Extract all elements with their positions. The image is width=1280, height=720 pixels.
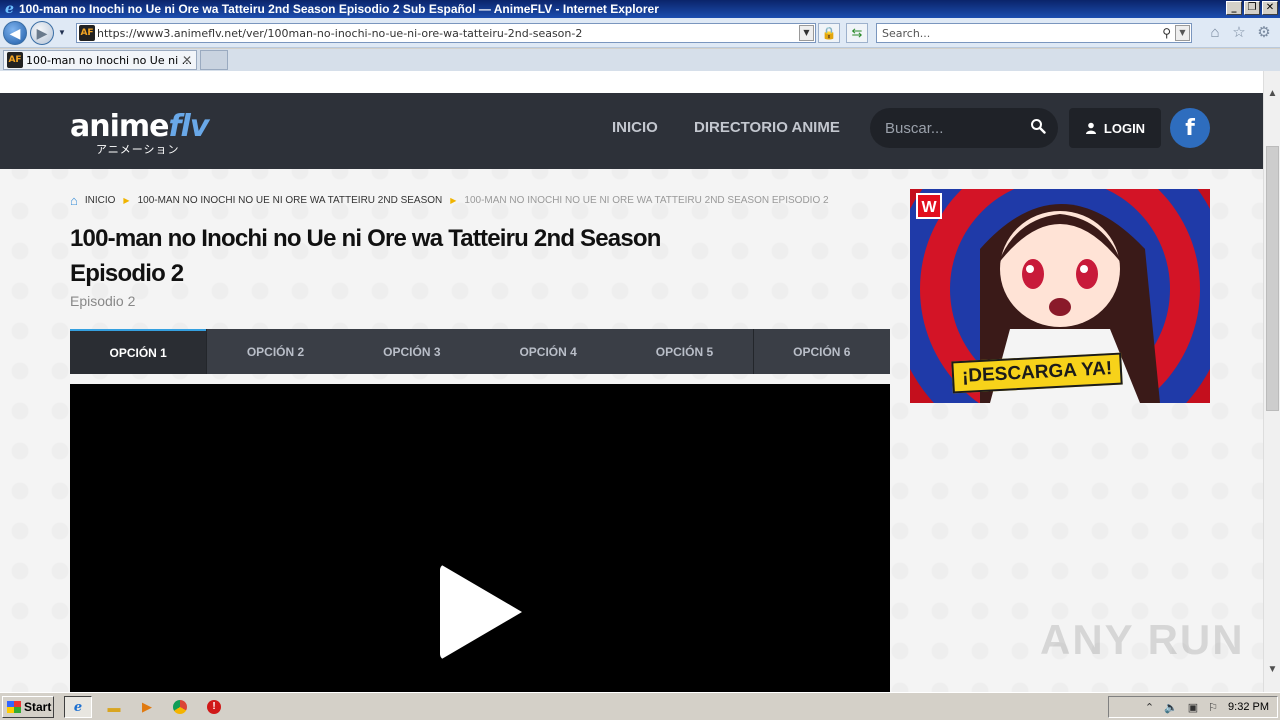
play-icon[interactable] — [440, 564, 522, 660]
scroll-up-icon[interactable]: ▲ — [1264, 85, 1280, 102]
arrow-left-icon: ◀ — [9, 24, 21, 41]
site-logo-subtitle: アニメーション — [96, 143, 180, 156]
address-bar[interactable]: AF https://www3.animeflv.net/ver/100man-… — [76, 23, 816, 43]
start-button[interactable]: Start — [2, 696, 54, 718]
tab-option-4[interactable]: OPCIÓN 4 — [480, 329, 616, 374]
breadcrumb-home[interactable]: INICIO — [85, 195, 116, 206]
home-icon[interactable]: ⌂ — [1206, 24, 1224, 42]
taskbar: Start e ▬ ▶ ! ⌃ 🔈 ▣ ⚐ 9:32 PM — [0, 692, 1280, 720]
home-icon[interactable]: ⌂ — [70, 193, 78, 208]
favorites-star-icon[interactable]: ☆ — [1230, 24, 1248, 42]
address-url[interactable]: https://www3.animeflv.net/ver/100man-no-… — [97, 27, 582, 40]
window-title: 100-man no Inochi no Ue ni Ore wa Tattei… — [19, 2, 659, 16]
taskbar-ie-icon[interactable]: e — [64, 696, 92, 718]
browser-search-placeholder: Search... — [882, 26, 931, 40]
facebook-button[interactable]: f — [1170, 108, 1210, 148]
breadcrumb-separator-icon: ▶ — [123, 196, 130, 205]
ie-logo-icon: e — [5, 0, 14, 17]
login-button[interactable]: LOGIN — [1069, 108, 1161, 148]
restore-button[interactable]: ❐ — [1244, 1, 1260, 15]
watermark: ANY RUN — [1040, 616, 1245, 663]
tab-option-5[interactable]: OPCIÓN 5 — [616, 329, 752, 374]
scrollbar-thumb[interactable] — [1266, 146, 1279, 411]
windows-logo-icon — [7, 701, 21, 713]
site-search-placeholder: Buscar... — [885, 119, 944, 137]
scroll-down-icon[interactable]: ▼ — [1264, 661, 1280, 678]
site-favicon-icon: AF — [79, 25, 95, 41]
ad-banner[interactable]: W ¡DESCARGA YA! — [910, 189, 1210, 403]
site-header: animeflv アニメーション INICIO DIRECTORIO ANIME… — [0, 93, 1263, 169]
taskbar-stop-icon[interactable]: ! — [200, 696, 228, 718]
tab-option-6[interactable]: OPCIÓN 6 — [752, 329, 890, 374]
window-titlebar: e 100-man no Inochi no Ue ni Ore wa Tatt… — [0, 0, 1280, 18]
facebook-icon: f — [1185, 115, 1195, 141]
search-dropdown-icon[interactable]: ▼ — [1175, 25, 1190, 41]
back-button[interactable]: ◀ — [3, 21, 27, 45]
breadcrumb-separator-icon: ▶ — [450, 196, 457, 205]
user-icon — [1085, 122, 1096, 134]
nav-inicio[interactable]: INICIO — [612, 119, 658, 136]
tray-expand-icon[interactable]: ⌃ — [1145, 701, 1154, 714]
clock: 9:32 PM — [1228, 701, 1269, 713]
page-title: 100-man no Inochi no Ue ni Ore wa Tattei… — [70, 225, 661, 287]
taskbar-media-player-icon[interactable]: ▶ — [133, 696, 161, 718]
close-button[interactable]: ✕ — [1262, 1, 1278, 15]
address-dropdown-icon[interactable]: ▼ — [799, 25, 814, 41]
video-player[interactable] — [70, 384, 890, 692]
tab-option-3[interactable]: OPCIÓN 3 — [344, 329, 480, 374]
login-label: LOGIN — [1103, 120, 1146, 136]
page-scrollbar[interactable]: ▲ ▼ — [1263, 71, 1280, 692]
search-icon[interactable] — [1030, 118, 1046, 134]
tab-close-icon[interactable]: ✕ — [182, 53, 192, 67]
episode-subtitle: Episodio 2 — [70, 293, 136, 309]
action-center-flag-icon[interactable]: ⚐ — [1208, 701, 1218, 714]
forward-button[interactable]: ▶ — [30, 21, 54, 45]
browser-search-input[interactable]: Search... ⚲ ▼ — [876, 23, 1192, 43]
window-controls: _ ❐ ✕ — [1226, 1, 1278, 15]
ad-logo-icon: W — [916, 193, 942, 219]
site-search-input[interactable]: Buscar... — [870, 108, 1058, 148]
browser-navbar: ◀ ▶ ▼ AF https://www3.animeflv.net/ver/1… — [0, 18, 1280, 48]
taskbar-chrome-icon[interactable] — [166, 696, 194, 718]
breadcrumb: ⌂ INICIO ▶ 100-MAN NO INOCHI NO UE NI OR… — [70, 193, 829, 208]
new-tab-button[interactable] — [200, 50, 228, 70]
breadcrumb-series[interactable]: 100-MAN NO INOCHI NO UE NI ORE WA TATTEI… — [138, 195, 443, 206]
site-logo[interactable]: animeflv — [70, 109, 209, 144]
tab-favicon-icon: AF — [7, 52, 23, 68]
network-icon[interactable]: ▣ — [1188, 701, 1198, 714]
tab-label: 100-man no Inochi no Ue ni ... — [26, 53, 193, 67]
breadcrumb-current: 100-MAN NO INOCHI NO UE NI ORE WA TATTEI… — [464, 195, 829, 206]
browser-tabbar: AF 100-man no Inochi no Ue ni ... ✕ — [0, 49, 1280, 71]
nav-directorio-anime[interactable]: DIRECTORIO ANIME — [694, 119, 840, 136]
browser-tab[interactable]: AF 100-man no Inochi no Ue ni ... ✕ — [3, 50, 197, 70]
system-tray: ⌃ 🔈 ▣ ⚐ 9:32 PM — [1108, 696, 1278, 718]
start-label: Start — [24, 700, 52, 714]
tab-option-1[interactable]: OPCIÓN 1 — [70, 329, 207, 374]
lock-icon[interactable]: 🔒 — [818, 23, 840, 43]
tab-option-2[interactable]: OPCIÓN 2 — [206, 329, 343, 374]
page-viewport: animeflv アニメーション INICIO DIRECTORIO ANIME… — [0, 71, 1263, 692]
gear-icon[interactable]: ⚙ — [1255, 24, 1273, 42]
taskbar-explorer-icon[interactable]: ▬ — [100, 696, 128, 718]
search-icon[interactable]: ⚲ — [1162, 26, 1171, 40]
server-options-tabs: OPCIÓN 1 OPCIÓN 2 OPCIÓN 3 OPCIÓN 4 OPCI… — [70, 329, 890, 374]
history-dropdown-icon[interactable]: ▼ — [58, 28, 66, 37]
refresh-icon[interactable]: ⇆ — [846, 23, 868, 43]
minimize-button[interactable]: _ — [1226, 1, 1242, 15]
arrow-right-icon: ▶ — [36, 24, 48, 41]
volume-icon[interactable]: 🔈 — [1164, 701, 1178, 714]
